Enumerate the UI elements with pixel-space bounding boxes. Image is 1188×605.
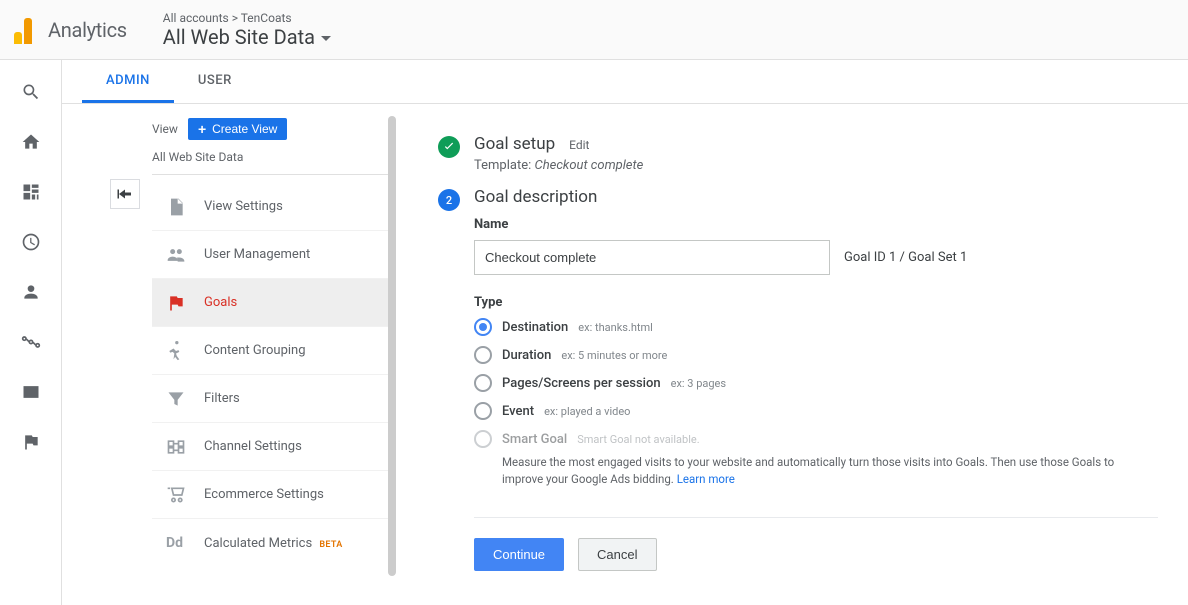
analytics-logo-icon	[14, 16, 38, 44]
caret-down-icon	[321, 36, 331, 41]
create-view-button[interactable]: + Create View	[188, 118, 287, 140]
goal-form: Goal setup Edit Template: Checkout compl…	[398, 104, 1178, 605]
sidebar-item-ecommerce-settings[interactable]: Ecommerce Settings	[152, 471, 388, 519]
learn-more-link[interactable]: Learn more	[677, 472, 735, 486]
step-2: 2 Goal description Name Goal ID 1 / Goal…	[438, 187, 1158, 571]
cancel-button[interactable]: Cancel	[578, 538, 656, 571]
sidebar-item-user-management[interactable]: User Management	[152, 231, 388, 279]
app-header: Analytics All accounts > TenCoats All We…	[0, 0, 1188, 60]
step-2-title: Goal description	[474, 187, 1158, 207]
plus-icon: +	[198, 122, 206, 136]
admin-tabs: ADMIN USER	[62, 60, 1188, 104]
product-name: Analytics	[48, 18, 127, 42]
dashboard-icon[interactable]	[21, 182, 41, 202]
sidebar-item-label: Calculated Metrics	[204, 536, 312, 551]
smart-goal-description: Measure the most engaged visits to your …	[502, 454, 1142, 489]
account-selector[interactable]: All accounts > TenCoats All Web Site Dat…	[163, 11, 331, 49]
sidebar-item-content-grouping[interactable]: Content Grouping	[152, 327, 388, 375]
dd-icon: Dd	[166, 535, 186, 551]
type-label: Type	[474, 295, 1158, 310]
search-icon[interactable]	[21, 82, 41, 102]
radio-icon[interactable]	[474, 318, 492, 336]
radio-icon	[474, 430, 492, 448]
flag-icon	[166, 293, 186, 313]
people-icon	[166, 245, 186, 265]
sidebar-item-calculated-metrics[interactable]: Dd Calculated Metrics BETA	[152, 519, 388, 567]
view-selector[interactable]: All Web Site Data	[163, 25, 331, 49]
name-label: Name	[474, 217, 1158, 232]
card-icon[interactable]	[21, 382, 41, 402]
back-button[interactable]	[110, 179, 140, 209]
sidebar-item-channel-settings[interactable]: Channel Settings	[152, 423, 388, 471]
user-icon[interactable]	[21, 282, 41, 302]
radio-duration[interactable]: Duration ex: 5 minutes or more	[474, 346, 1158, 364]
sidebar-item-label: User Management	[204, 247, 310, 262]
attribution-icon[interactable]	[21, 332, 41, 352]
step-1: Goal setup Edit Template: Checkout compl…	[438, 134, 1158, 173]
tab-user[interactable]: USER	[174, 60, 256, 103]
channel-icon	[166, 437, 186, 457]
clock-icon[interactable]	[21, 232, 41, 252]
radio-pages-per-session[interactable]: Pages/Screens per session ex: 3 pages	[474, 374, 1158, 392]
sidebar-item-goals[interactable]: Goals	[152, 279, 388, 327]
sidebar-item-label: Ecommerce Settings	[204, 487, 324, 502]
home-icon[interactable]	[21, 132, 41, 152]
check-icon	[438, 136, 460, 158]
breadcrumb: All accounts > TenCoats	[163, 11, 331, 25]
view-selector-label: All Web Site Data	[163, 25, 315, 49]
logo[interactable]: Analytics	[14, 16, 127, 44]
current-view-name[interactable]: All Web Site Data	[152, 150, 388, 175]
sidebar-item-label: Content Grouping	[204, 343, 306, 358]
flag-icon[interactable]	[21, 432, 41, 452]
template-line: Template: Checkout complete	[474, 158, 1158, 173]
beta-badge: BETA	[319, 540, 342, 550]
radio-icon[interactable]	[474, 402, 492, 420]
edit-link[interactable]: Edit	[569, 138, 589, 152]
icon-rail	[0, 60, 62, 605]
file-icon	[166, 197, 186, 217]
radio-destination[interactable]: Destination ex: thanks.html	[474, 318, 1158, 336]
sidebar-item-filters[interactable]: Filters	[152, 375, 388, 423]
person-run-icon	[166, 341, 186, 361]
radio-icon[interactable]	[474, 346, 492, 364]
goal-id-label: Goal ID 1 / Goal Set 1	[844, 250, 967, 265]
step-1-title: Goal setup	[474, 134, 555, 154]
view-label: View	[152, 122, 178, 136]
sidebar-item-label: Channel Settings	[204, 439, 302, 454]
step-2-badge: 2	[438, 189, 460, 211]
radio-event[interactable]: Event ex: played a video	[474, 402, 1158, 420]
tab-admin[interactable]: ADMIN	[82, 60, 174, 103]
radio-icon[interactable]	[474, 374, 492, 392]
funnel-icon	[166, 389, 186, 409]
sidebar-item-view-settings[interactable]: View Settings	[152, 183, 388, 231]
scroll-track[interactable]	[388, 104, 398, 605]
sidebar-item-label: View Settings	[204, 199, 283, 214]
sidebar-item-label: Goals	[204, 295, 237, 310]
cart-icon	[166, 485, 186, 505]
continue-button[interactable]: Continue	[474, 538, 564, 571]
goal-name-input[interactable]	[474, 240, 830, 275]
radio-smart-goal: Smart Goal Smart Goal not available.	[474, 430, 1158, 448]
admin-sidebar: View + Create View All Web Site Data Vie…	[62, 104, 388, 605]
sidebar-item-label: Filters	[204, 391, 240, 406]
create-view-label: Create View	[212, 122, 277, 136]
